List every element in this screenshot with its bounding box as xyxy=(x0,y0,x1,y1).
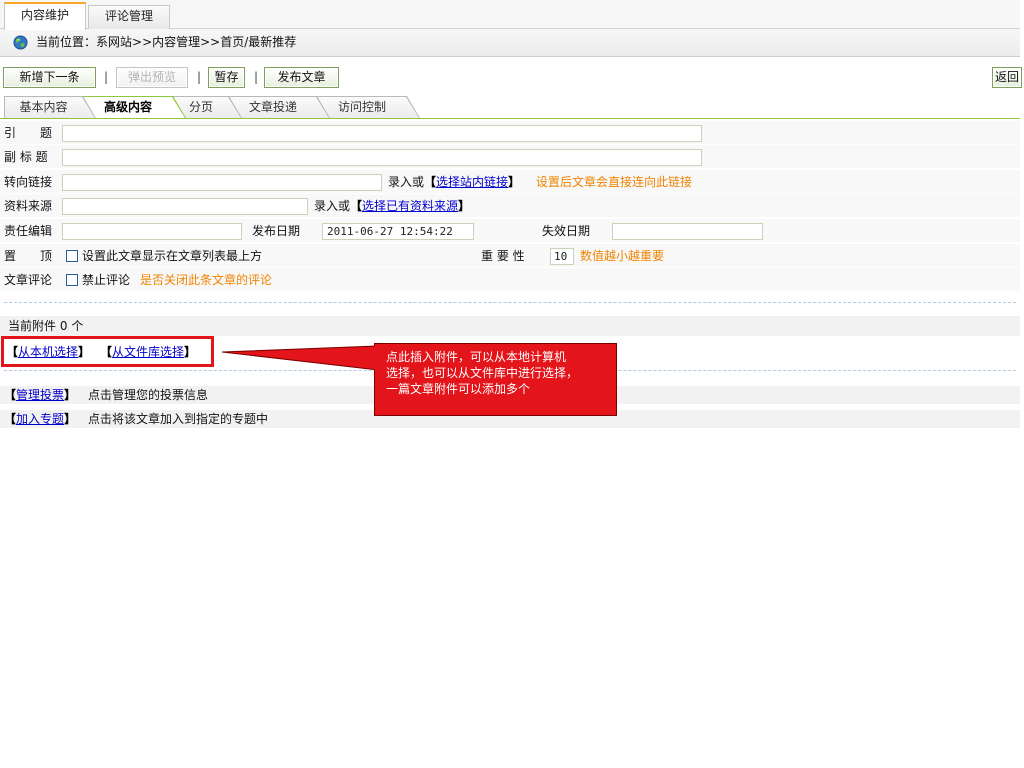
breadcrumb-label: 当前位置： xyxy=(36,35,97,49)
form-row-redirect-link: 转向链接 录入或【选择站内链接】 设置后文章会直接连向此链接 xyxy=(0,170,1020,194)
bracket-close: 】 xyxy=(64,412,77,426)
form-row-editor-dates: 责任编辑 发布日期 失效日期 xyxy=(0,219,1020,243)
add-topic-description: 点击将该文章加入到指定的专题中 xyxy=(88,412,269,426)
redirect-link-label: 转向链接 xyxy=(4,175,53,189)
disable-comments-checkbox[interactable] xyxy=(66,274,78,286)
callout-pointer xyxy=(221,345,378,370)
manage-votes-description: 点击管理您的投票信息 xyxy=(88,388,209,402)
subtab-advanced-content[interactable]: 高级内容 xyxy=(83,96,186,118)
select-existing-source-link[interactable]: 选择已有资料来源 xyxy=(362,199,458,213)
add-to-topic-link[interactable]: 加入专题 xyxy=(16,412,64,426)
bracket-open: 【 xyxy=(350,199,363,213)
expire-date-input[interactable] xyxy=(612,223,763,240)
subtab-basic-content[interactable]: 基本内容 xyxy=(4,96,96,118)
source-label: 资料来源 xyxy=(4,199,53,213)
bracket-open: 【 xyxy=(4,412,17,426)
publish-date-label: 发布日期 xyxy=(252,224,301,238)
dashed-divider xyxy=(4,302,1016,303)
manage-votes-action: 【管理投票】 xyxy=(4,388,76,402)
importance-label: 重 要 性 xyxy=(481,249,525,263)
subtab-access-control[interactable]: 访问控制 xyxy=(317,96,420,118)
importance-input[interactable] xyxy=(550,248,574,265)
editor-label: 责任编辑 xyxy=(4,224,53,238)
bracket-close: 】 xyxy=(508,175,521,189)
bracket-open: 【 xyxy=(424,175,437,189)
globe-icon xyxy=(13,35,28,50)
redirect-link-prefix: 录入或 xyxy=(388,175,425,189)
form-row-source: 资料来源 录入或【选择已有资料来源】 xyxy=(0,194,1020,218)
publish-article-button[interactable]: 发布文章 xyxy=(264,67,339,88)
pin-top-checkbox-label[interactable]: 设置此文章显示在文章列表最上方 xyxy=(82,249,262,263)
subtab-label: 高级内容 xyxy=(103,100,152,114)
attachment-count-row: 当前附件 0 个 xyxy=(0,316,1020,336)
bracket-close: 】 xyxy=(64,388,77,402)
popup-preview-button[interactable]: 弹出预览 xyxy=(116,67,188,88)
publish-date-input[interactable] xyxy=(322,223,474,240)
toolbar-separator: | xyxy=(197,70,202,84)
callout-line: 点此插入附件，可以从本地计算机 xyxy=(386,350,567,364)
redirect-link-hint: 设置后文章会直接连向此链接 xyxy=(536,175,693,189)
comments-hint: 是否关闭此条文章的评论 xyxy=(140,273,273,287)
comments-label: 文章评论 xyxy=(4,273,53,287)
subtab-label: 文章投递 xyxy=(248,100,297,114)
attachment-links-highlight xyxy=(1,336,214,367)
intro-title-input[interactable] xyxy=(62,125,702,142)
source-prefix: 录入或 xyxy=(314,199,351,213)
top-tab-label: 评论管理 xyxy=(104,9,153,23)
redirect-link-chooser: 录入或【选择站内链接】 xyxy=(388,175,520,189)
attachment-count: 当前附件 0 个 xyxy=(8,319,83,333)
form-row-intro-title: 引 题 xyxy=(0,121,1020,145)
attachment-count-value: 0 xyxy=(59,319,68,333)
save-draft-button[interactable]: 暂存 xyxy=(208,67,245,88)
top-tab-label: 内容维护 xyxy=(20,8,69,22)
source-chooser: 录入或【选择已有资料来源】 xyxy=(314,199,470,213)
pin-top-label: 置 顶 xyxy=(4,249,53,263)
top-tab-comment-management[interactable]: 评论管理 xyxy=(88,5,170,29)
source-input[interactable] xyxy=(62,198,308,215)
callout-annotation: 点此插入附件，可以从本地计算机 选择，也可以从文件库中进行选择， 一篇文章附件可… xyxy=(374,343,617,416)
breadcrumb: 当前位置：系网站>>内容管理>>首页/最新推荐 xyxy=(13,35,296,50)
select-site-link[interactable]: 选择站内链接 xyxy=(436,175,508,189)
subtab-article-delivery[interactable]: 文章投递 xyxy=(229,96,330,118)
form-row-comments: 文章评论 禁止评论 是否关闭此条文章的评论 xyxy=(0,268,1020,292)
top-tab-content-maintenance[interactable]: 内容维护 xyxy=(4,2,86,30)
pin-top-checkbox[interactable] xyxy=(66,250,78,262)
intro-title-label: 引 题 xyxy=(4,126,53,140)
back-button[interactable]: 返回 xyxy=(992,67,1022,88)
callout-line: 选择，也可以从文件库中进行选择， xyxy=(386,366,579,380)
subtab-label: 基本内容 xyxy=(19,100,68,114)
breadcrumb-path: 系网站>>内容管理>>首页/最新推荐 xyxy=(96,35,297,49)
attachment-count-label: 当前附件 xyxy=(8,319,57,333)
bracket-close: 】 xyxy=(458,199,471,213)
expire-date-label: 失效日期 xyxy=(542,224,591,238)
attachment-count-unit: 个 xyxy=(71,319,84,333)
toolbar-separator: | xyxy=(254,70,259,84)
subtab-underline xyxy=(0,118,1020,119)
disable-comments-checkbox-label[interactable]: 禁止评论 xyxy=(82,273,130,287)
importance-hint: 数值越小越重要 xyxy=(580,249,665,263)
editor-input[interactable] xyxy=(62,223,242,240)
form-row-subtitle: 副 标 题 xyxy=(0,145,1020,169)
form-row-pin-importance: 置 顶 设置此文章显示在文章列表最上方 重 要 性 数值越小越重要 xyxy=(0,244,1020,268)
subtab-label: 访问控制 xyxy=(337,100,386,114)
redirect-link-input[interactable] xyxy=(62,174,382,191)
add-next-button[interactable]: 新增下一条 xyxy=(3,67,96,88)
add-topic-action: 【加入专题】 xyxy=(4,412,76,426)
subtitle-input[interactable] xyxy=(62,149,702,166)
toolbar-separator: | xyxy=(104,70,109,84)
subtitle-label: 副 标 题 xyxy=(4,150,48,164)
bracket-open: 【 xyxy=(4,388,17,402)
callout-line: 一篇文章附件可以添加多个 xyxy=(386,382,531,396)
manage-votes-link[interactable]: 管理投票 xyxy=(16,388,64,402)
